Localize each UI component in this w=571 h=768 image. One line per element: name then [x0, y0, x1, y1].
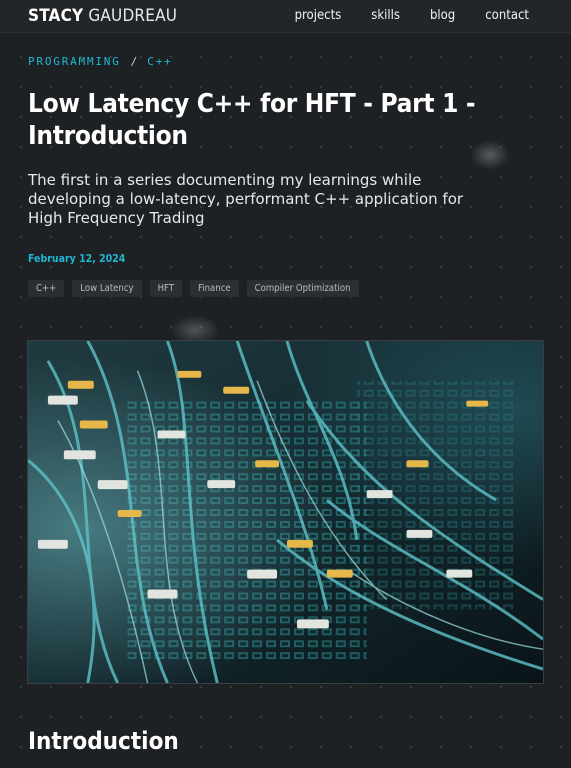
nav-contact[interactable]: contact [485, 8, 529, 23]
breadcrumb-separator: / [130, 55, 138, 68]
tag-low-latency[interactable]: Low Latency [72, 280, 142, 297]
breadcrumb: PROGRAMMING / C++ [28, 55, 173, 68]
tag-cpp[interactable]: C++ [28, 280, 65, 297]
page-title: Low Latency C++ for HFT - Part 1 - Intro… [28, 89, 476, 151]
publish-date: February 12, 2024 [28, 253, 126, 265]
section-heading: Introduction [28, 727, 179, 755]
tag-list: C++ Low Latency HFT Finance Compiler Opt… [28, 280, 359, 297]
fiber-cables-illustration [28, 341, 543, 683]
breadcrumb-category[interactable]: PROGRAMMING [28, 55, 121, 68]
nav-blog[interactable]: blog [430, 8, 455, 23]
brand-first-name: STACY [28, 6, 84, 26]
tag-compiler-optimization[interactable]: Compiler Optimization [246, 280, 359, 297]
tag-finance[interactable]: Finance [190, 280, 239, 297]
site-header: STACY GAUDREAU projects skills blog cont… [0, 0, 571, 33]
breadcrumb-subcategory[interactable]: C++ [147, 55, 172, 68]
site-logo[interactable]: STACY GAUDREAU [28, 6, 177, 26]
page-subtitle: The first in a series documenting my lea… [28, 171, 464, 227]
nav-projects[interactable]: projects [295, 8, 342, 23]
tag-hft[interactable]: HFT [149, 280, 183, 297]
brand-last-name: GAUDREAU [88, 6, 178, 26]
hero-image [27, 340, 544, 684]
main-nav: projects skills blog contact [295, 8, 529, 23]
nav-skills[interactable]: skills [371, 8, 400, 23]
